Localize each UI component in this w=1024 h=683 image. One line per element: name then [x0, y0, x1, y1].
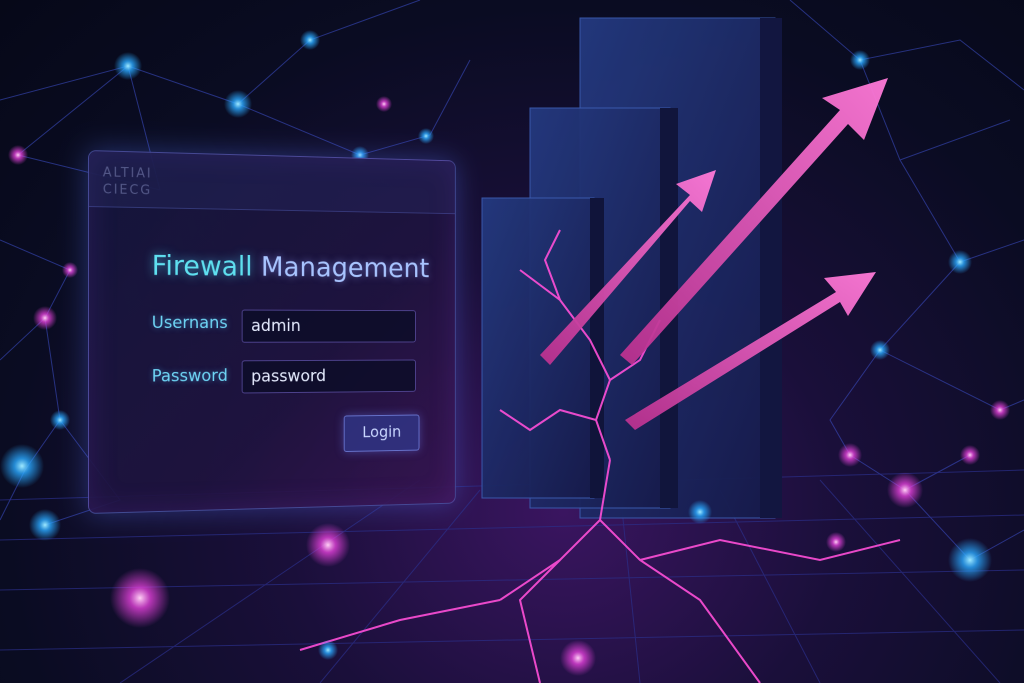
brand-line-2: CIECG — [102, 182, 152, 199]
username-field[interactable]: admin — [241, 309, 416, 343]
login-panel: ALTIAI CIECG Firewall Management Usernan… — [88, 150, 456, 514]
password-field[interactable]: password — [241, 359, 416, 394]
panel-header: ALTIAI CIECG — [88, 151, 455, 215]
login-button[interactable]: Login — [343, 414, 420, 453]
brand-line-1: ALTIAI — [102, 165, 153, 182]
title-management: Management — [260, 250, 430, 284]
page-title: Firewall Management — [152, 249, 429, 284]
password-label: Password — [151, 366, 228, 387]
title-firewall: Firewall — [151, 248, 253, 283]
username-label: Usernans — [151, 313, 228, 333]
